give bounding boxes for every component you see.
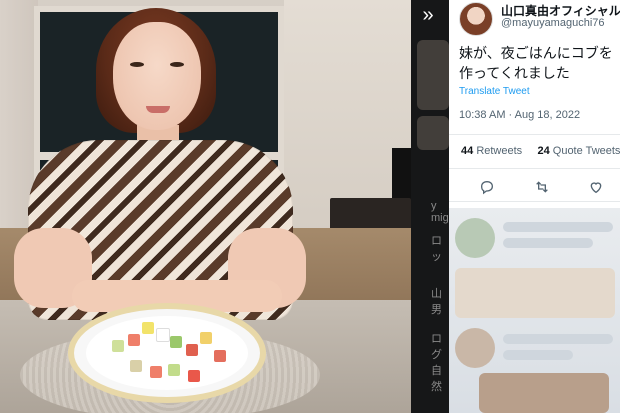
tweet-photo[interactable] — [0, 0, 411, 413]
photo-food — [112, 340, 124, 352]
photo-food — [214, 350, 226, 362]
quote-count: 24 — [537, 145, 550, 157]
divider — [449, 168, 620, 169]
photo-food — [168, 364, 180, 376]
expand-sidebar-button[interactable]: » — [413, 0, 443, 30]
photo-food — [186, 344, 198, 356]
retweet-button[interactable] — [531, 176, 553, 198]
blurred-block — [455, 268, 615, 318]
tweet-actions — [449, 176, 620, 198]
background-timeline-strip: y mig ロッ 山男 ログ 自然 — [411, 0, 449, 413]
retweets-label: Retweets — [476, 145, 523, 157]
background-ghost-text: 自然 — [431, 365, 442, 393]
photo-food — [150, 366, 162, 378]
reply-icon — [480, 180, 494, 195]
reply-button[interactable] — [476, 176, 498, 198]
double-chevron-right-icon: » — [422, 3, 434, 26]
tweet-media-viewer: y mig ロッ 山男 ログ 自然 » 山口真由オフィシャル @mayuyama… — [0, 0, 620, 413]
background-ghost-text: 山男 — [431, 288, 442, 316]
divider — [449, 201, 620, 202]
like-button[interactable] — [585, 176, 607, 198]
blurred-avatar — [455, 218, 495, 258]
quote-label: Quote Tweets — [552, 145, 620, 157]
photo-food — [128, 334, 140, 346]
avatar[interactable] — [459, 2, 493, 36]
background-ghost-text: ログ — [431, 333, 442, 361]
photo-person-mouth — [146, 106, 170, 113]
photo-food — [142, 322, 154, 334]
tweet-stats: 44 Retweets 24 Quote Tweets — [461, 145, 620, 157]
photo-food — [130, 360, 142, 372]
divider — [449, 134, 620, 135]
tweet-text: 妹が、夜ごはんにコブを作ってくれました — [459, 45, 613, 81]
quote-tweets-stat[interactable]: 24 Quote Tweets — [537, 145, 620, 157]
blurred-text — [503, 334, 613, 344]
photo-person-eye — [130, 62, 144, 67]
photo-food — [200, 332, 212, 344]
blurred-avatar — [455, 328, 495, 368]
photo-food — [188, 370, 200, 382]
blurred-text — [503, 350, 573, 360]
replies-blurred-area — [449, 208, 620, 413]
user-handle[interactable]: @mayuyamaguchi76 — [501, 17, 605, 29]
photo-person-eye — [170, 62, 184, 67]
background-blob — [417, 116, 449, 150]
retweets-stat[interactable]: 44 Retweets — [461, 145, 522, 157]
background-blob — [417, 40, 449, 110]
blurred-block — [479, 373, 609, 413]
like-icon — [590, 182, 602, 194]
background-ghost-text: y mig — [431, 200, 449, 224]
tweet-detail-panel: 山口真由オフィシャル @mayuyamaguchi76 妹が、夜ごはんにコブを作… — [449, 0, 620, 413]
blurred-text — [503, 222, 613, 232]
translate-tweet-link[interactable]: Translate Tweet — [459, 86, 530, 97]
blurred-text — [503, 238, 593, 248]
retweet-icon — [536, 181, 548, 193]
photo-person-face — [113, 22, 201, 130]
photo-food — [156, 328, 170, 342]
tweet-timestamp[interactable]: 10:38 AM · Aug 18, 2022 — [459, 109, 580, 121]
photo-food — [170, 336, 182, 348]
background-ghost-text: ロッ — [431, 235, 442, 263]
retweets-count: 44 — [461, 145, 474, 157]
